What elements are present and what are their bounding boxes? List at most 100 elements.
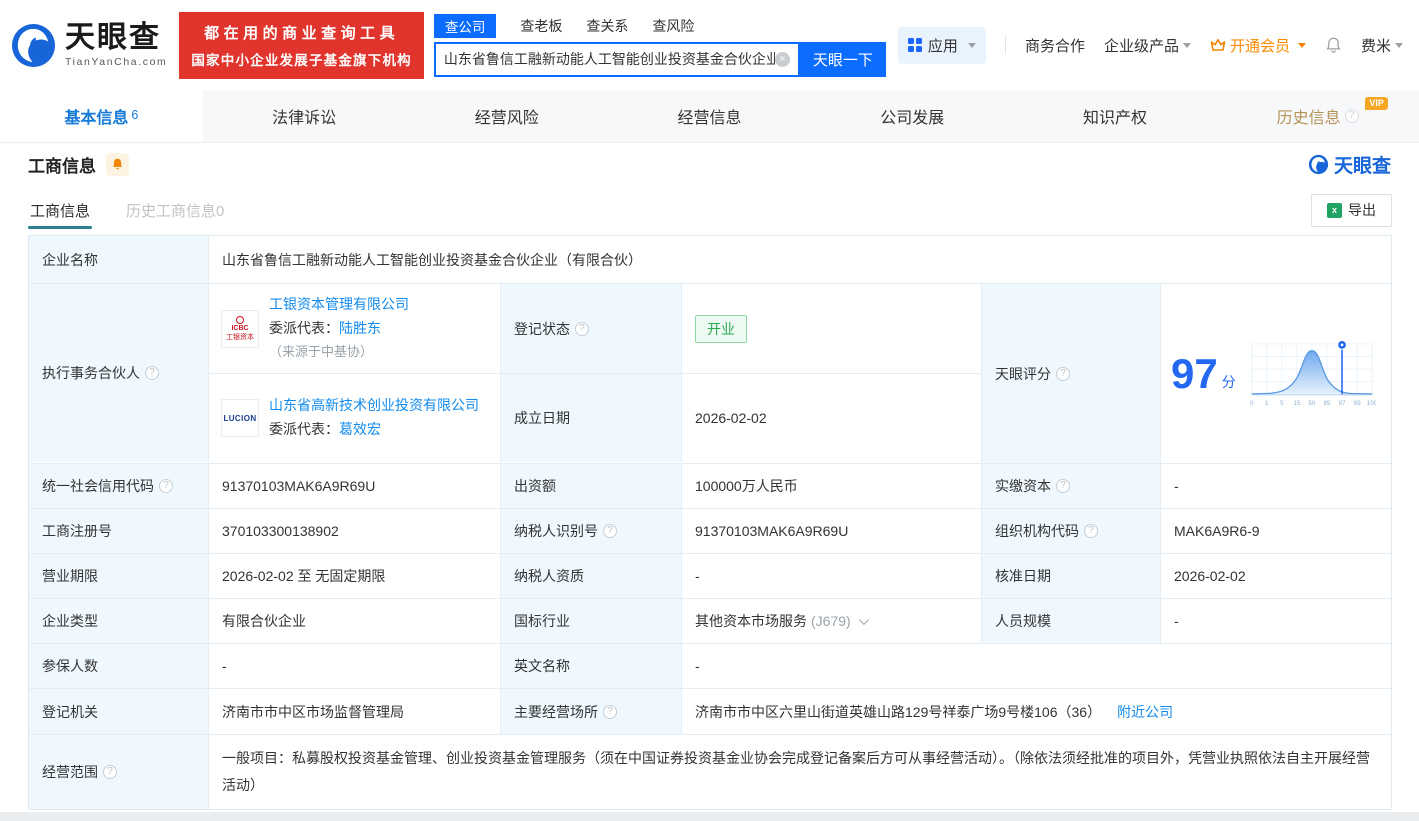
row-reg-authority: 登记机关 济南市市中区市场监督管理局 主要经营场所 ? 济南市市中区六里山街道英…: [29, 689, 1391, 735]
tab-intellectual-property[interactable]: 知识产权: [1014, 90, 1217, 142]
help-icon[interactable]: ?: [103, 765, 117, 779]
reg-status-label: 登记状态 ?: [501, 284, 682, 373]
taxpayer-qualification-value: -: [682, 554, 982, 598]
section-title: 工商信息: [28, 156, 96, 176]
tianyancha-logo[interactable]: 天眼查 TianYanCha.com: [10, 22, 167, 69]
staff-size-value: -: [1174, 613, 1179, 629]
partner-list: ICBC 工银资本 工银资本管理有限公司 委派代表：陆胜东 （来源于中基协） L…: [209, 284, 501, 463]
apps-menu-button[interactable]: 应用: [897, 26, 986, 64]
apps-grid-icon: [907, 38, 922, 52]
company-name-label: 企业名称: [29, 236, 209, 283]
svg-text:5: 5: [1280, 400, 1284, 407]
reg-number-value: 370103300138902: [209, 509, 501, 553]
business-scope-label: 经营范围 ?: [29, 735, 209, 809]
reg-number-label: 工商注册号: [29, 509, 209, 553]
ad-banner[interactable]: 都在用的商业查询工具 国家中小企业发展子基金旗下机构: [179, 11, 424, 79]
tab-history-info[interactable]: VIP 历史信息 ?: [1216, 90, 1419, 142]
help-icon[interactable]: ?: [603, 524, 617, 538]
tab-operation-info[interactable]: 经营信息: [608, 90, 811, 142]
tyc-score-cell: 97 分 0 1 5 15 50 85 97 99 10: [1161, 284, 1391, 463]
help-icon[interactable]: ?: [1056, 366, 1070, 381]
executive-partner-label: 执行事务合伙人 ?: [29, 284, 209, 462]
establish-date-value: 2026-02-02: [682, 374, 982, 462]
tab-basic-info[interactable]: 基本信息 6: [0, 90, 203, 142]
lucion-logo: LUCION: [221, 399, 259, 437]
tab-company-development[interactable]: 公司发展: [811, 90, 1014, 142]
bell-icon: [1326, 37, 1341, 53]
help-icon[interactable]: ?: [1344, 109, 1359, 123]
top-nav: 应用 商务合作 企业级产品 开通会员 费米: [897, 26, 1403, 64]
nav-business-cooperation[interactable]: 商务合作: [1025, 35, 1085, 56]
org-code-value: MAK6A9R6-9: [1174, 523, 1260, 539]
representative-link[interactable]: 陆胜东: [339, 320, 381, 336]
svg-text:100: 100: [1367, 400, 1376, 407]
help-icon[interactable]: ?: [575, 321, 589, 336]
help-icon[interactable]: ?: [159, 479, 173, 493]
vip-badge: VIP: [1365, 97, 1388, 110]
search-tab-risk[interactable]: 查风险: [652, 16, 694, 36]
score-axis-ticks: 0 1 5 15 50 85 97 99 100: [1250, 400, 1376, 407]
paid-in-capital-label: 实缴资本 ?: [982, 464, 1161, 508]
subscribe-bell-button[interactable]: [106, 152, 129, 176]
company-type-value: 有限合伙企业: [209, 599, 501, 643]
score-unit: 分: [1221, 373, 1236, 390]
search-area: 查公司 查老板 查关系 查风险 × 天眼一下: [433, 13, 886, 77]
chevron-down-icon[interactable]: [858, 614, 869, 625]
insured-count-value: -: [209, 644, 501, 688]
page-bottom-strip: [0, 812, 1419, 821]
industry-label: 国标行业: [501, 599, 682, 643]
subtab-business-info[interactable]: 工商信息: [28, 186, 93, 235]
nav-enterprise-products[interactable]: 企业级产品: [1104, 35, 1191, 56]
export-button[interactable]: x 导出: [1311, 193, 1392, 227]
help-icon[interactable]: ?: [145, 366, 159, 380]
section-header: 工商信息 天眼查: [0, 143, 1419, 185]
partner-company-link[interactable]: 山东省高新技术创业投资有限公司: [269, 397, 479, 413]
nav-user-menu[interactable]: 费米: [1361, 35, 1403, 56]
tab-operation-risk[interactable]: 经营风险: [405, 90, 608, 142]
taxpayer-id-value: 91370103MAK6A9R69U: [682, 509, 982, 553]
help-icon[interactable]: ?: [1084, 524, 1098, 538]
svg-text:99: 99: [1353, 400, 1361, 407]
chevron-down-icon: [1395, 42, 1403, 48]
search-tab-boss[interactable]: 查老板: [520, 16, 562, 36]
excel-icon: x: [1327, 202, 1342, 218]
row-executive-partners: 执行事务合伙人 ? ICBC 工银资本 工银资本管理有限公司 委派代表：陆胜东 …: [29, 284, 1391, 464]
nearby-companies-link[interactable]: 附近公司: [1117, 702, 1173, 722]
tianyancha-wave-icon: [11, 23, 56, 67]
icbc-capital-logo: ICBC 工银资本: [221, 309, 259, 348]
company-detail-tabs: 基本信息 6 法律诉讼 经营风险 经营信息 公司发展 知识产权 VIP 历史信息…: [0, 90, 1419, 143]
search-button[interactable]: 天眼一下: [799, 41, 886, 77]
subtab-history-business-info[interactable]: 历史工商信息0: [124, 186, 226, 235]
partner-company-link[interactable]: 工银资本管理有限公司: [269, 296, 409, 312]
notifications-button[interactable]: [1325, 36, 1342, 54]
row-insured-count: 参保人数 - 英文名称 -: [29, 644, 1391, 689]
contributed-capital-label: 出资额: [501, 464, 682, 508]
search-input[interactable]: [443, 51, 775, 67]
credit-code-value: 91370103MAK6A9R69U: [209, 464, 501, 508]
row-reg-status: 登记状态 ? 开业: [501, 284, 982, 373]
tab-basic-info-count: 6: [131, 108, 139, 122]
business-term-value: 2026-02-02 至 无固定期限: [209, 554, 501, 598]
chevron-down-icon: [1297, 42, 1306, 48]
tianyancha-watermark: 天眼查: [1308, 151, 1391, 178]
insured-count-label: 参保人数: [29, 644, 209, 688]
chevron-down-icon: [1182, 42, 1191, 48]
representative-link[interactable]: 葛效宏: [339, 421, 381, 437]
search-tab-relation[interactable]: 查关系: [586, 16, 628, 36]
clear-search-icon[interactable]: ×: [774, 51, 790, 67]
search-box[interactable]: ×: [433, 41, 800, 77]
help-icon[interactable]: ?: [1056, 479, 1070, 493]
partner-item: LUCION 山东省高新技术创业投资有限公司 委派代表：葛效宏: [209, 373, 500, 462]
row-business-term: 营业期限 2026-02-02 至 无固定期限 纳税人资质 - 核准日期 202…: [29, 554, 1391, 599]
tyc-score-label: 天眼评分 ?: [982, 284, 1161, 463]
taxpayer-qualification-label: 纳税人资质: [501, 554, 682, 598]
search-type-tabs: 查公司 查老板 查关系 查风险: [433, 13, 886, 38]
nav-vip-upgrade[interactable]: 开通会员: [1210, 35, 1306, 56]
help-icon[interactable]: ?: [603, 704, 617, 719]
partner-item: ICBC 工银资本 工银资本管理有限公司 委派代表：陆胜东 （来源于中基协）: [209, 284, 500, 373]
tab-legal-litigation[interactable]: 法律诉讼: [203, 90, 406, 142]
svg-text:50: 50: [1308, 400, 1316, 407]
search-tab-company[interactable]: 查公司: [433, 13, 497, 38]
taxpayer-id-label: 纳税人识别号 ?: [501, 509, 682, 553]
paid-in-capital-value: -: [1174, 478, 1179, 494]
